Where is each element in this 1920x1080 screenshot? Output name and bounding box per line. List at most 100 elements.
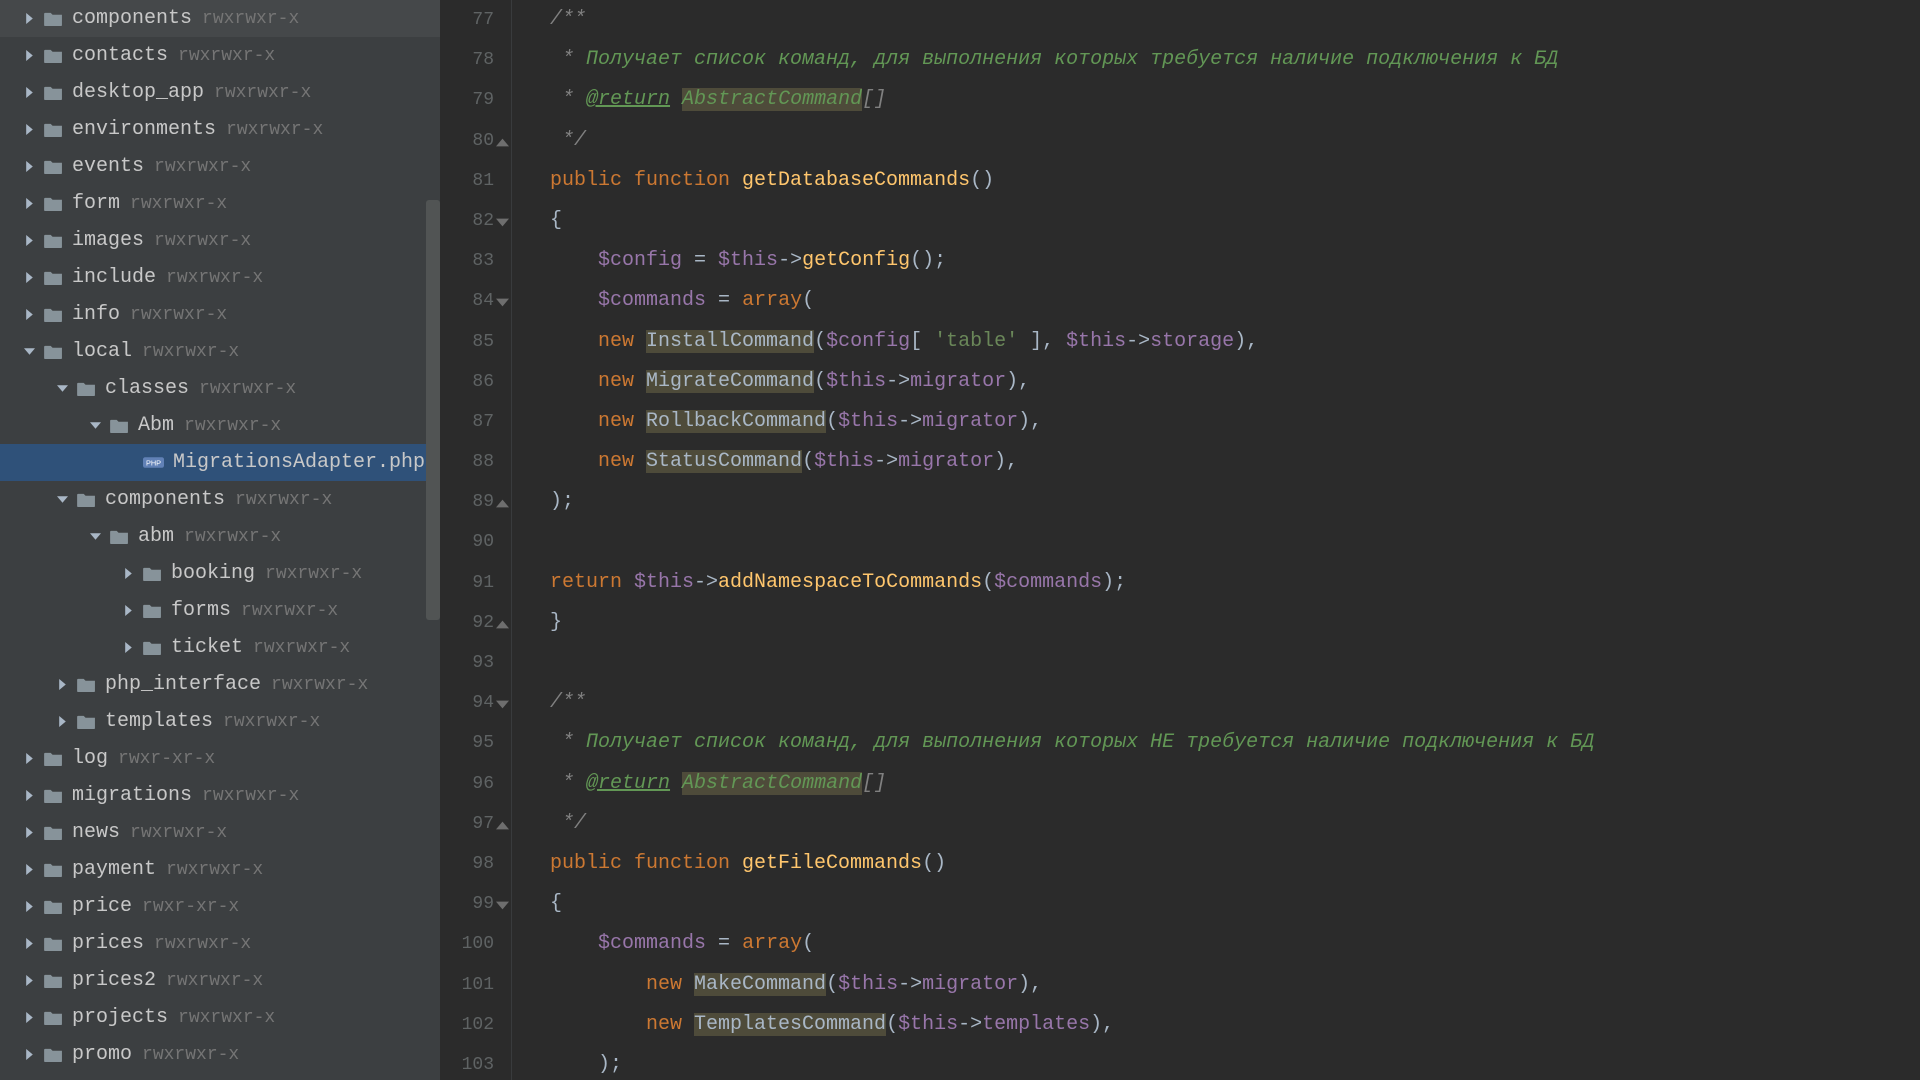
line-number: 102	[440, 1005, 494, 1045]
chevron-right-icon[interactable]	[22, 937, 36, 951]
chevron-down-icon[interactable]	[55, 493, 69, 507]
fold-open-icon[interactable]	[496, 215, 509, 228]
fold-close-icon[interactable]	[496, 135, 509, 148]
chevron-right-icon[interactable]	[55, 715, 69, 729]
tree-file[interactable]: PHPMigrationsAdapter.php	[0, 444, 440, 481]
chevron-right-icon[interactable]	[22, 974, 36, 988]
code-line[interactable]: new StatusCommand($this->migrator),	[550, 442, 1920, 482]
chevron-right-icon[interactable]	[22, 1048, 36, 1062]
tree-folder[interactable]: ticketrwxrwxr-x	[0, 629, 440, 666]
project-tree-sidebar[interactable]: componentsrwxrwxr-xcontactsrwxrwxr-xdesk…	[0, 0, 440, 1080]
tree-folder[interactable]: Abmrwxrwxr-x	[0, 407, 440, 444]
file-tree[interactable]: componentsrwxrwxr-xcontactsrwxrwxr-xdesk…	[0, 0, 440, 1073]
fold-close-icon[interactable]	[496, 496, 509, 509]
fold-open-icon[interactable]	[496, 295, 509, 308]
chevron-right-icon[interactable]	[121, 604, 135, 618]
code-line[interactable]: public function getFileCommands()	[550, 844, 1920, 884]
tree-folder[interactable]: logrwxr-xr-x	[0, 740, 440, 777]
tree-folder[interactable]: pricesrwxrwxr-x	[0, 925, 440, 962]
tree-folder[interactable]: contactsrwxrwxr-x	[0, 37, 440, 74]
tree-folder[interactable]: formsrwxrwxr-x	[0, 592, 440, 629]
code-line[interactable]: */	[550, 804, 1920, 844]
code-line[interactable]: * Получает список команд, для выполнения…	[550, 723, 1920, 763]
chevron-right-icon[interactable]	[22, 826, 36, 840]
fold-close-icon[interactable]	[496, 617, 509, 630]
code-line[interactable]: new MigrateCommand($this->migrator),	[550, 362, 1920, 402]
tree-folder[interactable]: pricerwxr-xr-x	[0, 888, 440, 925]
code-line[interactable]: new MakeCommand($this->migrator),	[550, 965, 1920, 1005]
fold-open-icon[interactable]	[496, 898, 509, 911]
code-line[interactable]: {	[550, 201, 1920, 241]
code-line[interactable]: * @return AbstractCommand[]	[550, 764, 1920, 804]
code-area[interactable]: /** * Получает список команд, для выполн…	[512, 0, 1920, 1080]
sidebar-scrollbar[interactable]	[426, 200, 440, 620]
chevron-right-icon[interactable]	[22, 123, 36, 137]
chevron-down-icon[interactable]	[88, 530, 102, 544]
chevron-right-icon[interactable]	[22, 160, 36, 174]
tree-folder[interactable]: classesrwxrwxr-x	[0, 370, 440, 407]
code-line[interactable]	[550, 522, 1920, 562]
tree-folder[interactable]: desktop_apprwxrwxr-x	[0, 74, 440, 111]
chevron-right-icon[interactable]	[121, 567, 135, 581]
code-line[interactable]: }	[550, 603, 1920, 643]
tree-folder[interactable]: prices2rwxrwxr-x	[0, 962, 440, 999]
tree-folder[interactable]: componentsrwxrwxr-x	[0, 481, 440, 518]
chevron-right-icon[interactable]	[22, 49, 36, 63]
chevron-down-icon[interactable]	[55, 382, 69, 396]
chevron-right-icon[interactable]	[22, 308, 36, 322]
tree-folder[interactable]: includerwxrwxr-x	[0, 259, 440, 296]
tree-folder[interactable]: promorwxrwxr-x	[0, 1036, 440, 1073]
tree-folder[interactable]: templatesrwxrwxr-x	[0, 703, 440, 740]
chevron-right-icon[interactable]	[121, 641, 135, 655]
chevron-right-icon[interactable]	[22, 197, 36, 211]
tree-folder[interactable]: localrwxrwxr-x	[0, 333, 440, 370]
code-line[interactable]: {	[550, 884, 1920, 924]
code-line[interactable]: /**	[550, 0, 1920, 40]
tree-folder[interactable]: eventsrwxrwxr-x	[0, 148, 440, 185]
tree-folder[interactable]: newsrwxrwxr-x	[0, 814, 440, 851]
chevron-right-icon[interactable]	[22, 1011, 36, 1025]
chevron-right-icon[interactable]	[22, 900, 36, 914]
code-line[interactable]: new TemplatesCommand($this->templates),	[550, 1005, 1920, 1045]
chevron-right-icon[interactable]	[22, 12, 36, 26]
tree-folder[interactable]: php_interfacerwxrwxr-x	[0, 666, 440, 703]
code-line[interactable]: /**	[550, 683, 1920, 723]
chevron-right-icon[interactable]	[22, 789, 36, 803]
code-line[interactable]: new RollbackCommand($this->migrator),	[550, 402, 1920, 442]
tree-folder[interactable]: abmrwxrwxr-x	[0, 518, 440, 555]
tree-item-label: php_interface	[105, 673, 261, 696]
chevron-right-icon[interactable]	[22, 863, 36, 877]
fold-open-icon[interactable]	[496, 697, 509, 710]
chevron-right-icon[interactable]	[22, 271, 36, 285]
chevron-right-icon[interactable]	[22, 86, 36, 100]
chevron-right-icon[interactable]	[22, 234, 36, 248]
tree-folder[interactable]: projectsrwxrwxr-x	[0, 999, 440, 1036]
chevron-down-icon[interactable]	[22, 345, 36, 359]
chevron-right-icon[interactable]	[22, 752, 36, 766]
code-line[interactable]: public function getDatabaseCommands()	[550, 161, 1920, 201]
tree-folder[interactable]: migrationsrwxrwxr-x	[0, 777, 440, 814]
code-line[interactable]: * Получает список команд, для выполнения…	[550, 40, 1920, 80]
chevron-right-icon[interactable]	[55, 678, 69, 692]
code-line[interactable]: $commands = array(	[550, 924, 1920, 964]
tree-folder[interactable]: environmentsrwxrwxr-x	[0, 111, 440, 148]
code-line[interactable]: */	[550, 121, 1920, 161]
code-line[interactable]: $commands = array(	[550, 281, 1920, 321]
code-line[interactable]	[550, 643, 1920, 683]
code-line[interactable]: );	[550, 1045, 1920, 1080]
code-line[interactable]: return $this->addNamespaceToCommands($co…	[550, 563, 1920, 603]
tree-folder[interactable]: bookingrwxrwxr-x	[0, 555, 440, 592]
code-editor[interactable]: 7778798081828384858687888990919293949596…	[440, 0, 1920, 1080]
tree-folder[interactable]: formrwxrwxr-x	[0, 185, 440, 222]
tree-folder[interactable]: componentsrwxrwxr-x	[0, 0, 440, 37]
tree-folder[interactable]: imagesrwxrwxr-x	[0, 222, 440, 259]
code-line[interactable]: $config = $this->getConfig();	[550, 241, 1920, 281]
code-line[interactable]: );	[550, 482, 1920, 522]
code-line[interactable]: new InstallCommand($config[ 'table' ], $…	[550, 322, 1920, 362]
fold-column[interactable]	[494, 0, 512, 1080]
fold-close-icon[interactable]	[496, 818, 509, 831]
tree-folder[interactable]: paymentrwxrwxr-x	[0, 851, 440, 888]
code-line[interactable]: * @return AbstractCommand[]	[550, 80, 1920, 120]
chevron-down-icon[interactable]	[88, 419, 102, 433]
tree-folder[interactable]: inforwxrwxr-x	[0, 296, 440, 333]
